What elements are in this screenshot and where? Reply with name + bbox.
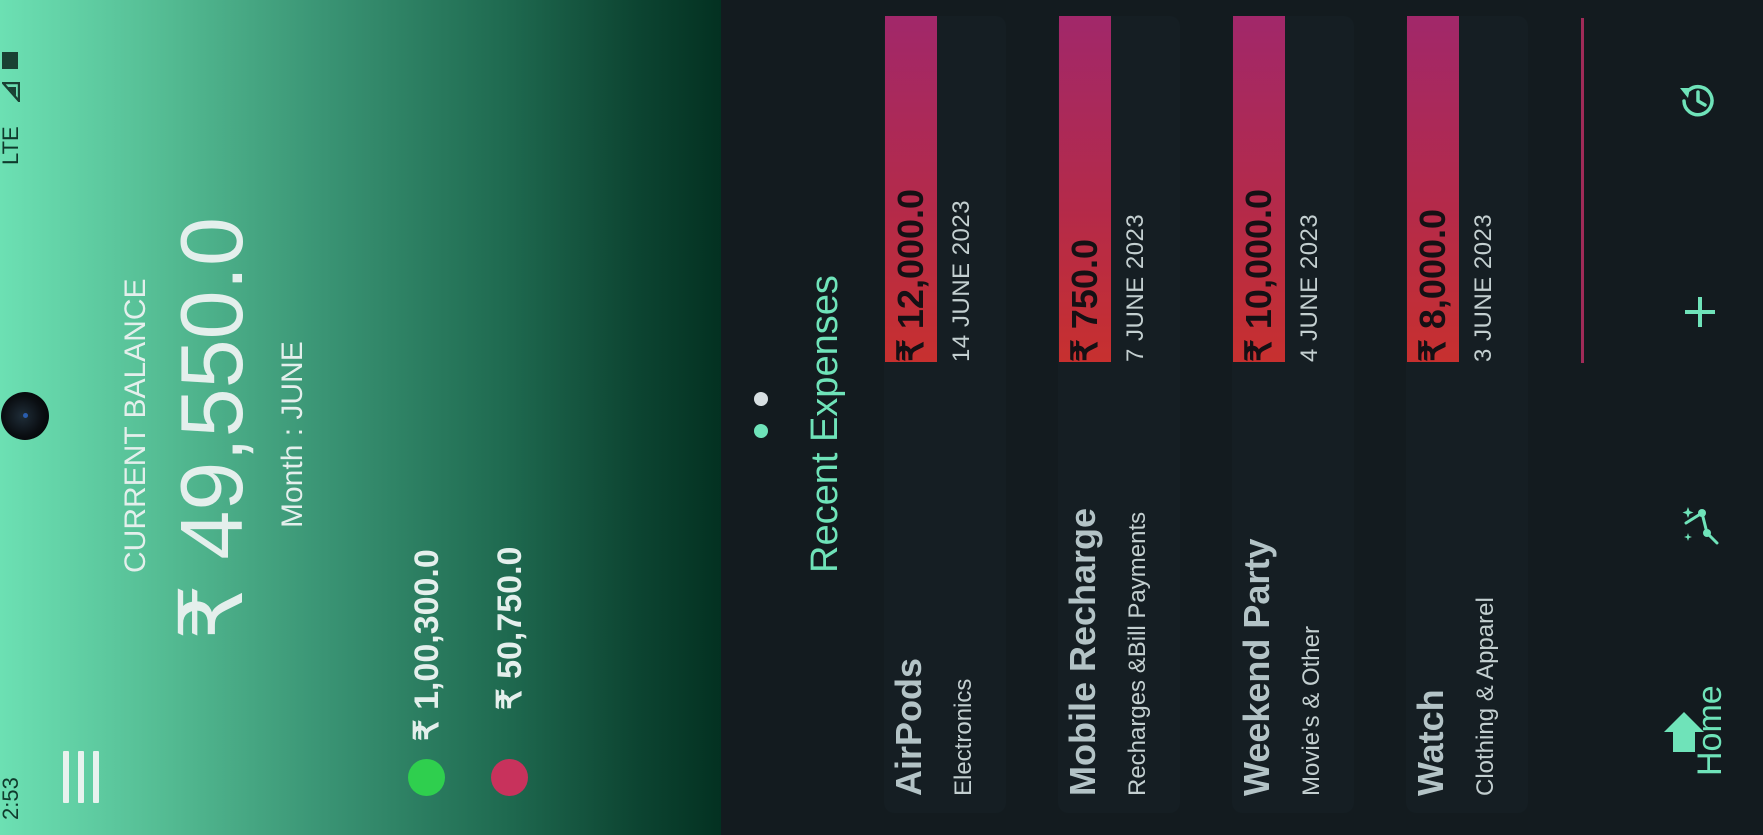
pager-dot-2[interactable] [754, 392, 768, 406]
history-icon[interactable] [1677, 80, 1719, 122]
partial-expense-bar [1581, 18, 1584, 363]
expense-name: Weekend Party [1236, 538, 1277, 796]
expense-date: 14 JUNE 2023 [948, 199, 975, 362]
add-icon[interactable] [1683, 295, 1717, 329]
menu-icon[interactable] [63, 751, 99, 803]
expense-dot [491, 759, 528, 796]
expense-date: 7 JUNE 2023 [1122, 213, 1149, 362]
status-time: 2:53 [0, 777, 23, 820]
month-label: Month : JUNE [276, 341, 309, 528]
nav-home-label[interactable]: Home [1691, 685, 1729, 776]
balance-label: CURRENT BALANCE [119, 278, 152, 573]
section-title: Recent Expenses [804, 275, 846, 573]
balance-header: 2:53 LTE CURRENT BALANCE ₹ 49,550.0 Mont… [0, 0, 721, 835]
analytics-icon[interactable] [1680, 503, 1722, 545]
signal-icon [2, 82, 20, 102]
expense-category: Movie's & Other [1298, 626, 1325, 796]
expense-amount: ₹ 8,000.0 [1412, 208, 1453, 362]
pager-dot-1[interactable] [754, 424, 768, 438]
expense-category: Recharges &Bill Payments [1124, 511, 1151, 796]
expense-name: Watch [1410, 689, 1451, 796]
expense-name: AirPods [888, 657, 929, 796]
expense-amount: ₹ 10,000.0 [1238, 188, 1279, 362]
expense-date: 4 JUNE 2023 [1296, 213, 1323, 362]
expense-date: 3 JUNE 2023 [1470, 213, 1497, 362]
income-amount: ₹ 1,00,300.0 [408, 549, 446, 741]
expense-amount: ₹ 50,750.0 [491, 546, 529, 710]
camera-cutout [1, 392, 49, 440]
battery-icon [2, 52, 18, 69]
income-dot [408, 759, 445, 796]
expense-category: Electronics [950, 678, 977, 796]
balance-value: ₹ 49,550.0 [162, 217, 261, 640]
expense-name: Mobile Recharge [1062, 507, 1103, 796]
expense-amount: ₹ 750.0 [1064, 239, 1105, 362]
expense-category: Clothing & Apparel [1472, 597, 1499, 796]
status-network: LTE [0, 126, 23, 165]
expense-amount: ₹ 12,000.0 [890, 188, 931, 362]
